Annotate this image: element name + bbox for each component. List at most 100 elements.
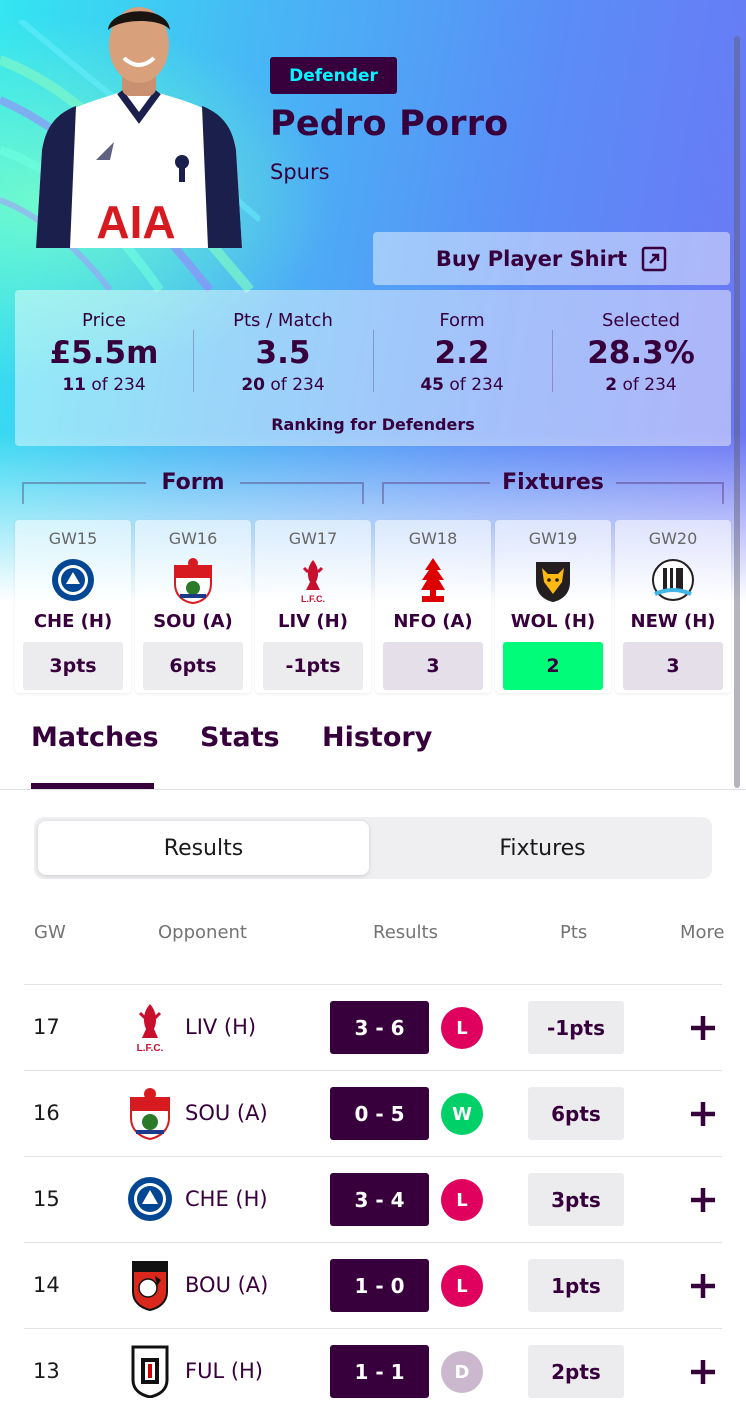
- player-stats-card: Price £5.5m 11 of 234 Pts / Match 3.5 20…: [15, 290, 731, 446]
- stat-rank: 2 of 234: [605, 375, 677, 395]
- fixtures-segment[interactable]: Fixtures: [377, 821, 708, 875]
- form-card-gw17[interactable]: GW17 L.F.C. LIV (H) -1pts: [255, 520, 371, 693]
- buy-player-shirt-button[interactable]: Buy Player Shirt: [373, 232, 730, 285]
- table-row: 16 SOU (A) 0 - 5 W 6pts: [24, 1070, 722, 1156]
- stat-value: £5.5m: [49, 335, 159, 371]
- result-badge-win: W: [441, 1093, 483, 1135]
- row-opponent: LIV (H): [185, 1015, 257, 1039]
- ranking-caption: Ranking for Defenders: [271, 415, 475, 434]
- expand-plus-icon[interactable]: [689, 1186, 717, 1214]
- opponent-label: CHE (H): [33, 611, 113, 632]
- liverpool-crest-icon: L.F.C.: [137, 1004, 164, 1054]
- page-scrollbar[interactable]: [734, 36, 740, 788]
- points-box: 3pts: [23, 642, 123, 690]
- results-segment[interactable]: Results: [38, 821, 369, 875]
- stat-rank: 45 of 234: [420, 375, 504, 395]
- table-row: 13 FUL (H) 1 - 1 D 2pts: [24, 1328, 722, 1414]
- stat-label: Pts / Match: [233, 310, 333, 331]
- stat-value: 3.5: [255, 335, 311, 371]
- expand-plus-icon[interactable]: [689, 1014, 717, 1042]
- row-score: 1 - 0: [330, 1259, 429, 1312]
- stat-label: Form: [439, 310, 485, 331]
- form-card-gw16[interactable]: GW16 SOU (A) 6pts: [135, 520, 251, 693]
- row-points: 6pts: [528, 1087, 624, 1140]
- difficulty-box: 3: [383, 642, 483, 690]
- shirt-sponsor-text: AIA: [96, 196, 175, 248]
- gameweek-label: GW20: [648, 529, 698, 548]
- stat-price: Price £5.5m 11 of 234: [15, 310, 193, 395]
- opponent-label: WOL (H): [510, 611, 596, 632]
- newcastle-crest-icon: [652, 559, 694, 601]
- expand-plus-icon[interactable]: [689, 1358, 717, 1386]
- form-card-gw15[interactable]: GW15 CHE (H) 3pts: [15, 520, 131, 693]
- fixture-card-gw19[interactable]: GW19 WOL (H) 2: [495, 520, 611, 693]
- stat-value: 2.2: [434, 335, 490, 371]
- opponent-label: LIV (H): [278, 611, 348, 632]
- expand-plus-icon[interactable]: [689, 1272, 717, 1300]
- result-badge-loss: L: [441, 1007, 483, 1049]
- stat-rank: 11 of 234: [62, 375, 146, 395]
- expand-plus-icon[interactable]: [689, 1100, 717, 1128]
- header-opponent: Opponent: [158, 922, 247, 943]
- gameweek-label: GW16: [168, 529, 218, 548]
- player-photo: AIA: [36, 7, 242, 248]
- header-more: More: [680, 922, 725, 943]
- points-box: 6pts: [143, 642, 243, 690]
- difficulty-box: 3: [623, 642, 723, 690]
- row-gameweek: 17: [33, 1015, 60, 1039]
- row-opponent: SOU (A): [185, 1101, 268, 1125]
- row-score: 1 - 1: [330, 1345, 429, 1398]
- stat-selected: Selected 28.3% 2 of 234: [552, 310, 730, 395]
- stat-form: Form 2.2 45 of 234: [373, 310, 551, 395]
- external-link-icon: [641, 246, 667, 271]
- gameweek-label: GW18: [408, 529, 458, 548]
- liverpool-crest-icon: L.F.C.: [301, 560, 325, 604]
- row-points: 1pts: [528, 1259, 624, 1312]
- header-results: Results: [373, 922, 438, 943]
- position-badge: Defender: [270, 57, 397, 94]
- points-box: -1pts: [263, 642, 363, 690]
- row-gameweek: 14: [33, 1273, 60, 1297]
- row-opponent: BOU (A): [185, 1273, 269, 1297]
- stat-label: Price: [82, 310, 126, 331]
- form-section-header: Form: [22, 470, 364, 504]
- player-name: Pedro Porro: [270, 104, 509, 144]
- row-opponent: CHE (H): [185, 1187, 268, 1211]
- result-badge-loss: L: [441, 1179, 483, 1221]
- chelsea-crest-icon: [52, 559, 94, 601]
- player-hero: AIA Defender Pedro Porro Spurs Buy Playe…: [0, 0, 746, 788]
- stat-pts-per-match: Pts / Match 3.5 20 of 234: [194, 310, 372, 395]
- table-row: 17 L.F.C. LIV (H) 3 - 6 L -1pts: [24, 984, 722, 1070]
- form-heading: Form: [161, 470, 225, 495]
- stat-value: 28.3%: [587, 335, 695, 371]
- row-opponent: FUL (H): [185, 1359, 264, 1383]
- fixture-card-gw18[interactable]: GW18 NFO (A) 3: [375, 520, 491, 693]
- stat-rank: 20 of 234: [241, 375, 325, 395]
- bournemouth-crest-icon: [132, 1261, 168, 1312]
- southampton-crest-icon: [174, 558, 212, 604]
- chelsea-crest-icon: [128, 1177, 172, 1221]
- svg-text:L.F.C.: L.F.C.: [301, 594, 325, 604]
- gameweek-label: GW17: [288, 529, 338, 548]
- fulham-crest-icon: [131, 1345, 169, 1398]
- nottingham-forest-crest-icon: [421, 558, 445, 602]
- row-score: 3 - 6: [330, 1001, 429, 1054]
- tab-matches[interactable]: Matches: [31, 722, 159, 753]
- result-badge-draw: D: [441, 1351, 483, 1393]
- header-pts: Pts: [560, 922, 588, 943]
- fixtures-heading: Fixtures: [502, 470, 604, 495]
- header-gw: GW: [34, 922, 66, 943]
- difficulty-box: 2: [503, 642, 603, 690]
- svg-text:L.F.C.: L.F.C.: [137, 1043, 164, 1054]
- fixture-card-gw20[interactable]: GW20 NEW (H) 3: [615, 520, 731, 693]
- wolves-crest-icon: [536, 562, 570, 602]
- results-fixtures-toggle: Results Fixtures: [34, 817, 712, 879]
- result-badge-loss: L: [441, 1265, 483, 1307]
- row-points: 3pts: [528, 1173, 624, 1226]
- table-row: 14 BOU (A) 1 - 0 L 1pts: [24, 1242, 722, 1328]
- tab-stats[interactable]: Stats: [200, 722, 280, 753]
- table-row: 15 CHE (H) 3 - 4 L 3pts: [24, 1156, 722, 1242]
- gameweek-label: GW19: [528, 529, 578, 548]
- tab-history[interactable]: History: [322, 722, 432, 753]
- row-gameweek: 13: [33, 1359, 60, 1383]
